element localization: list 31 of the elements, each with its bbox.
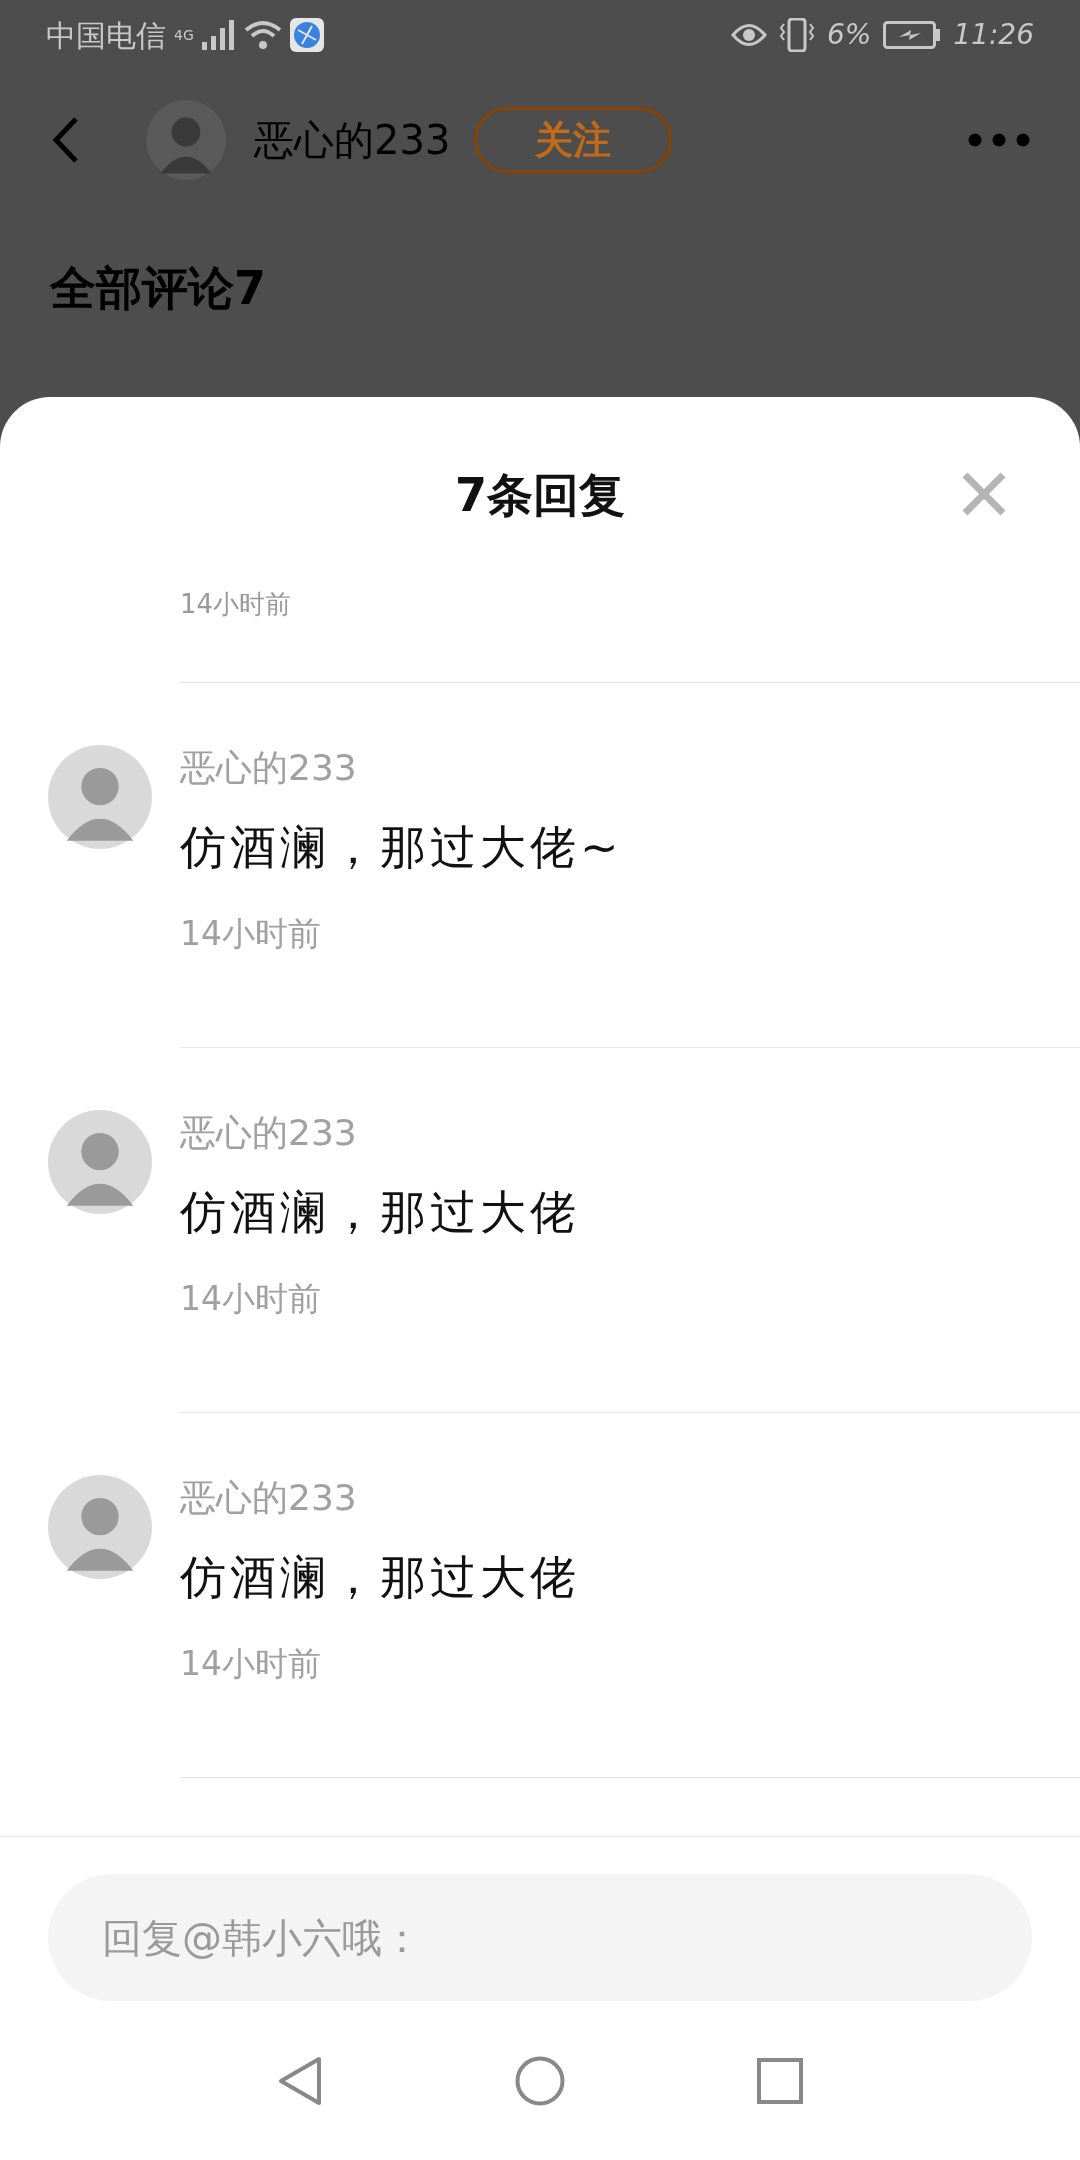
eye-icon — [730, 22, 767, 48]
recents-nav-icon[interactable] — [757, 2057, 803, 2104]
more-icon[interactable] — [968, 133, 1030, 147]
carrier-name: 中国电信 — [46, 16, 166, 55]
comment-text: 仿酒澜，那过大佬 — [180, 1184, 581, 1241]
follow-button[interactable]: 关注 — [474, 107, 673, 173]
vibrate-icon — [778, 18, 815, 52]
clock-time: 11:26 — [953, 17, 1034, 53]
reply-field[interactable]: 回复@韩小六哦： — [48, 1874, 1032, 2001]
comment-text: 仿酒澜，那过大佬~ — [180, 819, 624, 876]
back-icon[interactable] — [50, 115, 80, 165]
username: 恶心的233 — [254, 116, 451, 165]
battery-percent: 6% — [826, 17, 872, 53]
comment-time: 14小时前 — [180, 913, 322, 955]
app-icon — [289, 18, 324, 52]
home-nav-icon[interactable] — [515, 2055, 565, 2106]
comment-author: 恶心的233 — [180, 1476, 358, 1520]
comment-time: 14小时前 — [180, 1278, 322, 1320]
back-nav-icon[interactable] — [277, 2055, 323, 2106]
comment-text: 仿酒澜，那过大佬 — [180, 1549, 581, 1606]
comment-author: 恶心的233 — [180, 746, 358, 790]
wifi-icon — [243, 20, 282, 50]
close-icon[interactable] — [962, 472, 1006, 516]
section-title: 全部评论7 — [50, 261, 266, 315]
comment-time: 14小时前 — [180, 1643, 322, 1685]
signal-icon — [201, 20, 236, 50]
battery-icon — [883, 21, 942, 49]
sheet-title: 7条回复 — [455, 466, 625, 524]
timestamp: 14小时前 — [180, 591, 293, 617]
comment-author: 恶心的233 — [180, 1111, 358, 1155]
network-type: 4G — [174, 25, 194, 45]
